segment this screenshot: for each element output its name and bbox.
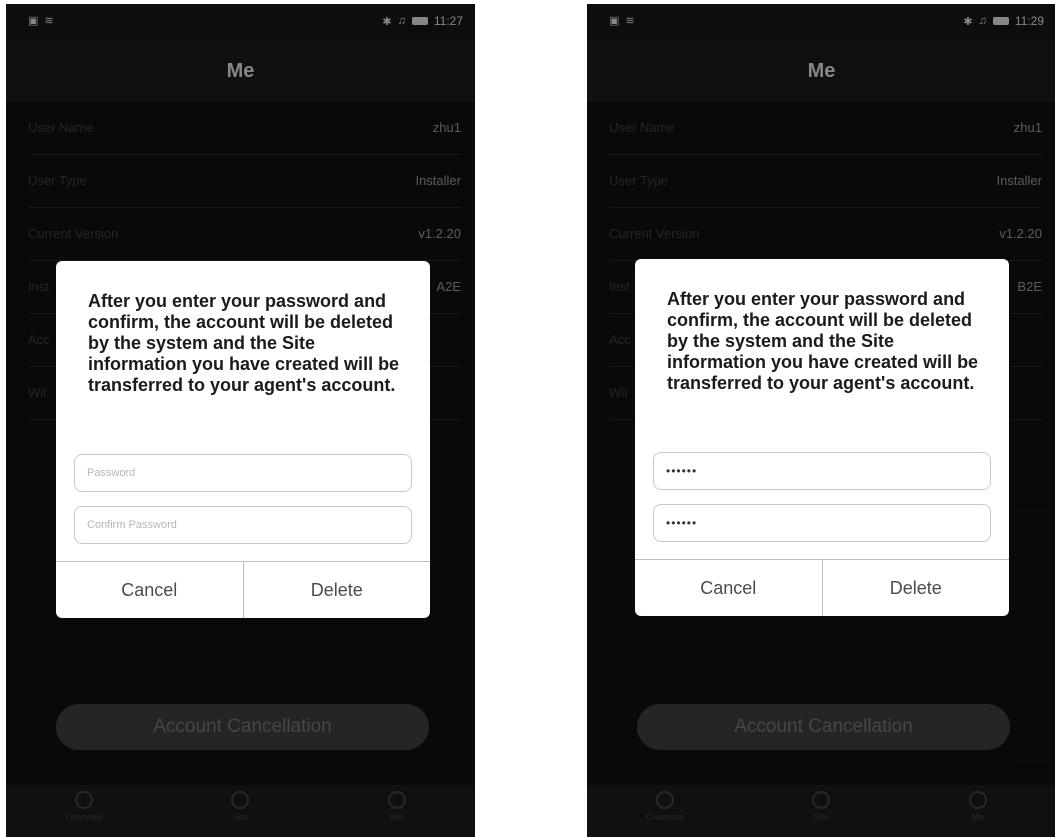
delete-account-dialog: After you enter your password and confir… — [56, 261, 430, 618]
phone-screen-left: ▣ ≋ ✱ ♫ 11:27 Me User Name zhu1 User Type… — [6, 4, 475, 837]
delete-button[interactable]: Delete — [242, 562, 431, 618]
password-field[interactable]: Password — [74, 454, 412, 492]
cancel-button[interactable]: Cancel — [635, 560, 822, 616]
password-field[interactable]: •••••• — [653, 452, 991, 490]
delete-account-dialog: After you enter your password and confir… — [635, 259, 1009, 616]
delete-button[interactable]: Delete — [821, 560, 1010, 616]
confirm-password-field[interactable]: •••••• — [653, 504, 991, 542]
confirm-password-field[interactable]: Confirm Password — [74, 506, 412, 544]
dialog-message: After you enter your password and confir… — [88, 291, 400, 395]
phone-screen-right: ▣ ≋ ✱ ♫ 11:29 Me User Name zhu1 User Type… — [587, 4, 1055, 837]
dialog-actions: Cancel Delete — [56, 561, 430, 618]
dialog-message: After you enter your password and confir… — [667, 289, 979, 393]
dialog-actions: Cancel Delete — [635, 559, 1009, 616]
cancel-button[interactable]: Cancel — [56, 562, 243, 618]
